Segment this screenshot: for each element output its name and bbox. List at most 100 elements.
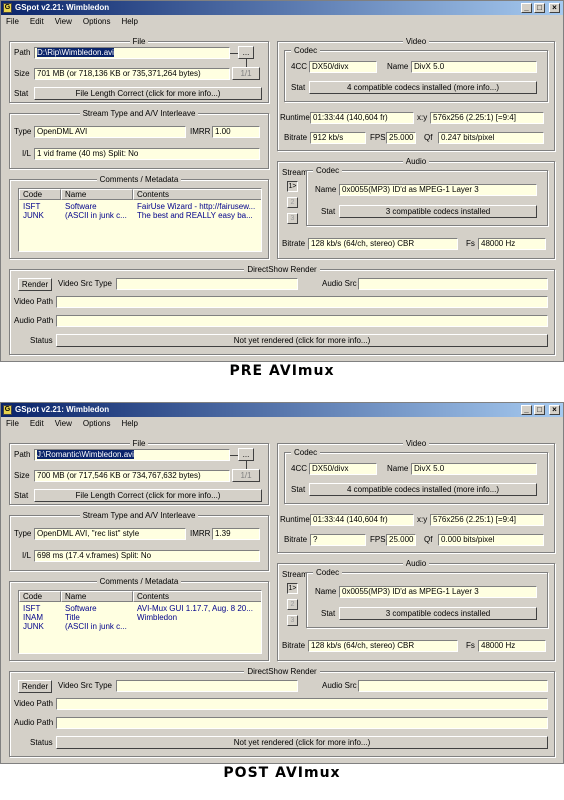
stream-3-button[interactable]: 3 <box>287 213 298 224</box>
browse-button[interactable]: ... <box>238 46 254 59</box>
comment-code-cell: ISFT <box>23 202 41 211</box>
fs-field: 48000 Hz <box>478 238 546 250</box>
audio-codec-label: Codec <box>313 568 343 577</box>
menu-help[interactable]: Help <box>121 17 137 26</box>
bitrate-field: ? <box>310 534 366 546</box>
stream-label: Stream <box>282 168 308 177</box>
audio-stat-label: Stat <box>321 207 336 216</box>
window-title: GSpot v2.21: Wimbledon <box>15 405 110 414</box>
render-status-button[interactable]: Not yet rendered (click for more info...… <box>56 736 548 749</box>
fps-field: 25.000 <box>386 132 416 144</box>
col-header-code[interactable]: Code <box>19 591 61 602</box>
il-field: 698 ms (17.4 v.frames) Split: No <box>34 550 260 562</box>
col-header-name[interactable]: Name <box>61 189 133 200</box>
video-group: Video Codec 4CC DX50/divx Name DivX 5.0 … <box>277 37 555 151</box>
video-group: Video Codec 4CC DX50/divx Name DivX 5.0 … <box>277 439 555 553</box>
render-button[interactable]: Render <box>18 680 52 693</box>
menu-edit[interactable]: Edit <box>30 419 44 428</box>
audio-name-label: Name <box>315 185 337 194</box>
audio-stat-button[interactable]: 3 compatible codecs installed <box>339 607 537 620</box>
menu-edit[interactable]: Edit <box>30 17 44 26</box>
menu-options[interactable]: Options <box>83 17 111 26</box>
col-header-contents[interactable]: Contents <box>133 591 261 602</box>
file-stat-label: Stat <box>14 491 29 500</box>
comment-contents-cell: The best and REALLY easy ba... <box>137 211 253 220</box>
stream-3-button[interactable]: 3 <box>287 615 298 626</box>
gspot-app-icon: G <box>3 3 12 13</box>
xy-label: x:y <box>417 515 428 524</box>
close-button[interactable]: × <box>549 405 560 415</box>
directshow-group: DirectShow Render Render Video Src Type … <box>9 265 555 355</box>
stream-2-button[interactable]: 2 <box>287 599 298 610</box>
menu-help[interactable]: Help <box>121 419 137 428</box>
path-field[interactable]: D:\Rip\Wimbledon.avi <box>34 47 230 59</box>
audio-group-label: Audio <box>402 559 430 568</box>
comment-code-cell: ISFT <box>23 604 41 613</box>
audio-src-label: Audio Src <box>322 279 357 288</box>
audio-group: Audio Stream 1> 2 3 Codec Name 0x0055(MP… <box>277 559 555 661</box>
minimize-button[interactable]: _ <box>521 405 532 415</box>
video-group-label: Video <box>402 439 430 448</box>
col-header-name[interactable]: Name <box>61 591 133 602</box>
part-button[interactable]: 1/1 <box>232 67 260 80</box>
file-length-button[interactable]: File Length Correct (click for more info… <box>34 489 262 502</box>
file-group-label: File <box>129 439 149 448</box>
browse-connector-v <box>246 461 247 469</box>
gspot-app-icon: G <box>3 405 12 415</box>
comment-name-cell: Software <box>65 604 97 613</box>
menu-view[interactable]: View <box>55 17 72 26</box>
type-label: Type <box>14 529 32 538</box>
path-field[interactable]: J:\Romantic\Wimbledon.avi <box>34 449 230 461</box>
maximize-button[interactable]: □ <box>534 405 545 415</box>
col-header-contents[interactable]: Contents <box>133 189 261 200</box>
size-field: 701 MB (or 718,136 KB or 735,371,264 byt… <box>34 68 230 80</box>
interleave-group: Stream Type and A/V Interleave Type Open… <box>9 511 269 571</box>
codec-stat-button[interactable]: 4 compatible codecs installed (more info… <box>309 483 537 496</box>
stream-1-button[interactable]: 1> <box>287 583 298 594</box>
title-bar[interactable]: G GSpot v2.21: Wimbledon <box>1 403 563 417</box>
menu-view[interactable]: View <box>55 419 72 428</box>
menu-bar: File Edit View Options Help <box>1 417 563 431</box>
part-button[interactable]: 1/1 <box>232 469 260 482</box>
comment-name-cell: Title <box>65 613 80 622</box>
comment-code-cell: INAM <box>23 613 43 622</box>
menu-options[interactable]: Options <box>83 419 111 428</box>
title-bar[interactable]: G GSpot v2.21: Wimbledon <box>1 1 563 15</box>
close-button[interactable]: × <box>549 3 560 13</box>
video-src-type-label: Video Src Type <box>58 279 112 288</box>
comments-group-label: Comments / Metadata <box>96 175 182 184</box>
fps-label: FPS <box>370 133 386 142</box>
menu-file[interactable]: File <box>6 17 19 26</box>
file-length-button[interactable]: File Length Correct (click for more info… <box>34 87 262 100</box>
directshow-group-label: DirectShow Render <box>244 667 320 676</box>
bitrate-label: Bitrate <box>284 535 308 544</box>
comment-code-cell: JUNK <box>23 211 44 220</box>
audio-stat-button[interactable]: 3 compatible codecs installed <box>339 205 537 218</box>
bitrate-field: 912 kb/s <box>310 132 366 144</box>
video-src-type-field <box>116 680 298 692</box>
codec-stat-button[interactable]: 4 compatible codecs installed (more info… <box>309 81 537 94</box>
audio-name-field: 0x0055(MP3) ID'd as MPEG-1 Layer 3 <box>339 184 537 196</box>
menu-file[interactable]: File <box>6 419 19 428</box>
video-src-type-label: Video Src Type <box>58 681 112 690</box>
interleave-group-label: Stream Type and A/V Interleave <box>79 109 199 118</box>
col-header-code[interactable]: Code <box>19 189 61 200</box>
minimize-button[interactable]: _ <box>521 3 532 13</box>
fourcc-field: DX50/divx <box>309 463 377 475</box>
screenshot-caption: PRE AVImux <box>229 363 335 379</box>
audio-src-field <box>358 680 548 692</box>
comments-list[interactable]: Code Name Contents ISFT Software AVI-Mux G… <box>18 590 262 654</box>
stream-1-button[interactable]: 1> <box>287 181 298 192</box>
qf-label: Qf <box>424 133 433 142</box>
audio-path-field <box>56 717 548 729</box>
runtime-label: Runtime <box>280 515 310 524</box>
browse-button[interactable]: ... <box>238 448 254 461</box>
comments-list[interactable]: Code Name Contents ISFT Software FairUse W… <box>18 188 262 252</box>
codec-name-field: DivX 5.0 <box>411 61 537 73</box>
maximize-button[interactable]: □ <box>534 3 545 13</box>
render-button[interactable]: Render <box>18 278 52 291</box>
stream-2-button[interactable]: 2 <box>287 197 298 208</box>
render-status-button[interactable]: Not yet rendered (click for more info...… <box>56 334 548 347</box>
menu-bar: File Edit View Options Help <box>1 15 563 29</box>
il-label: I/L <box>22 551 31 560</box>
